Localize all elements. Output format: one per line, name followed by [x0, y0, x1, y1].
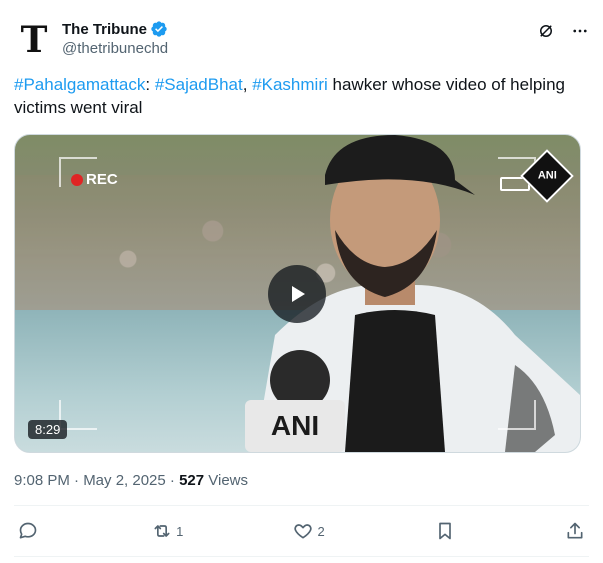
rec-indicator: REC — [71, 171, 118, 188]
verified-badge-icon — [151, 21, 167, 37]
hashtag-link[interactable]: #SajadBhat — [155, 75, 243, 94]
like-count: 2 — [317, 523, 325, 539]
divider — [14, 556, 589, 557]
timestamp[interactable]: 9:08 PM · May 2, 2025 · — [14, 472, 179, 489]
bookmark-icon — [439, 522, 451, 540]
divider — [14, 505, 589, 506]
tweet-text: #Pahalgamattack: #SajadBhat, #Kashmiri h… — [14, 73, 574, 119]
tweet-meta: 9:08 PM · May 2, 2025 · 527 Views — [14, 472, 248, 489]
play-button[interactable] — [268, 265, 326, 323]
display-name[interactable]: The Tribune — [62, 21, 147, 38]
share-button[interactable] — [565, 521, 585, 541]
views-label: Views — [204, 472, 249, 489]
author-names: The Tribune @thetribunechd — [62, 20, 168, 58]
rec-label: REC — [86, 171, 118, 188]
retweet-button[interactable]: 1 — [152, 521, 183, 541]
retweet-count: 1 — [176, 523, 184, 539]
reply-button[interactable] — [18, 521, 42, 541]
action-bar: 1 2 — [18, 516, 585, 546]
play-icon — [292, 286, 305, 302]
display-name-row[interactable]: The Tribune — [62, 20, 168, 38]
hashtag-link[interactable]: #Kashmiri — [252, 75, 328, 94]
hashtag-link[interactable]: #Pahalgamattack — [14, 75, 145, 94]
ani-logo-label: ANI — [537, 170, 557, 183]
grok-icon[interactable] — [537, 22, 555, 40]
tweet-separator: , — [242, 75, 253, 94]
more-icon[interactable] — [571, 22, 589, 40]
tweet-separator: : — [145, 75, 155, 94]
tweet-header: T The Tribune @thetribunechd — [14, 16, 589, 64]
views-count: 527 — [179, 472, 205, 489]
bookmark-button[interactable] — [435, 521, 455, 541]
frame-corner — [498, 400, 536, 430]
rec-dot-icon — [71, 173, 83, 186]
header-actions — [537, 22, 589, 40]
video-duration: 8:29 — [28, 420, 68, 439]
handle[interactable]: @thetribunechd — [62, 40, 168, 57]
tweet-card: T The Tribune @thetribunechd #Pahalgamat… — [0, 0, 603, 563]
mic-flag-label: ANI — [271, 410, 319, 441]
heart-icon — [294, 524, 313, 539]
retweet-icon — [154, 525, 170, 537]
avatar[interactable]: T — [14, 19, 54, 61]
reply-icon — [19, 522, 37, 539]
video-player[interactable]: ANI REC ANI 8:29 — [14, 134, 581, 453]
like-button[interactable]: 2 — [293, 521, 325, 541]
share-icon — [567, 522, 583, 539]
